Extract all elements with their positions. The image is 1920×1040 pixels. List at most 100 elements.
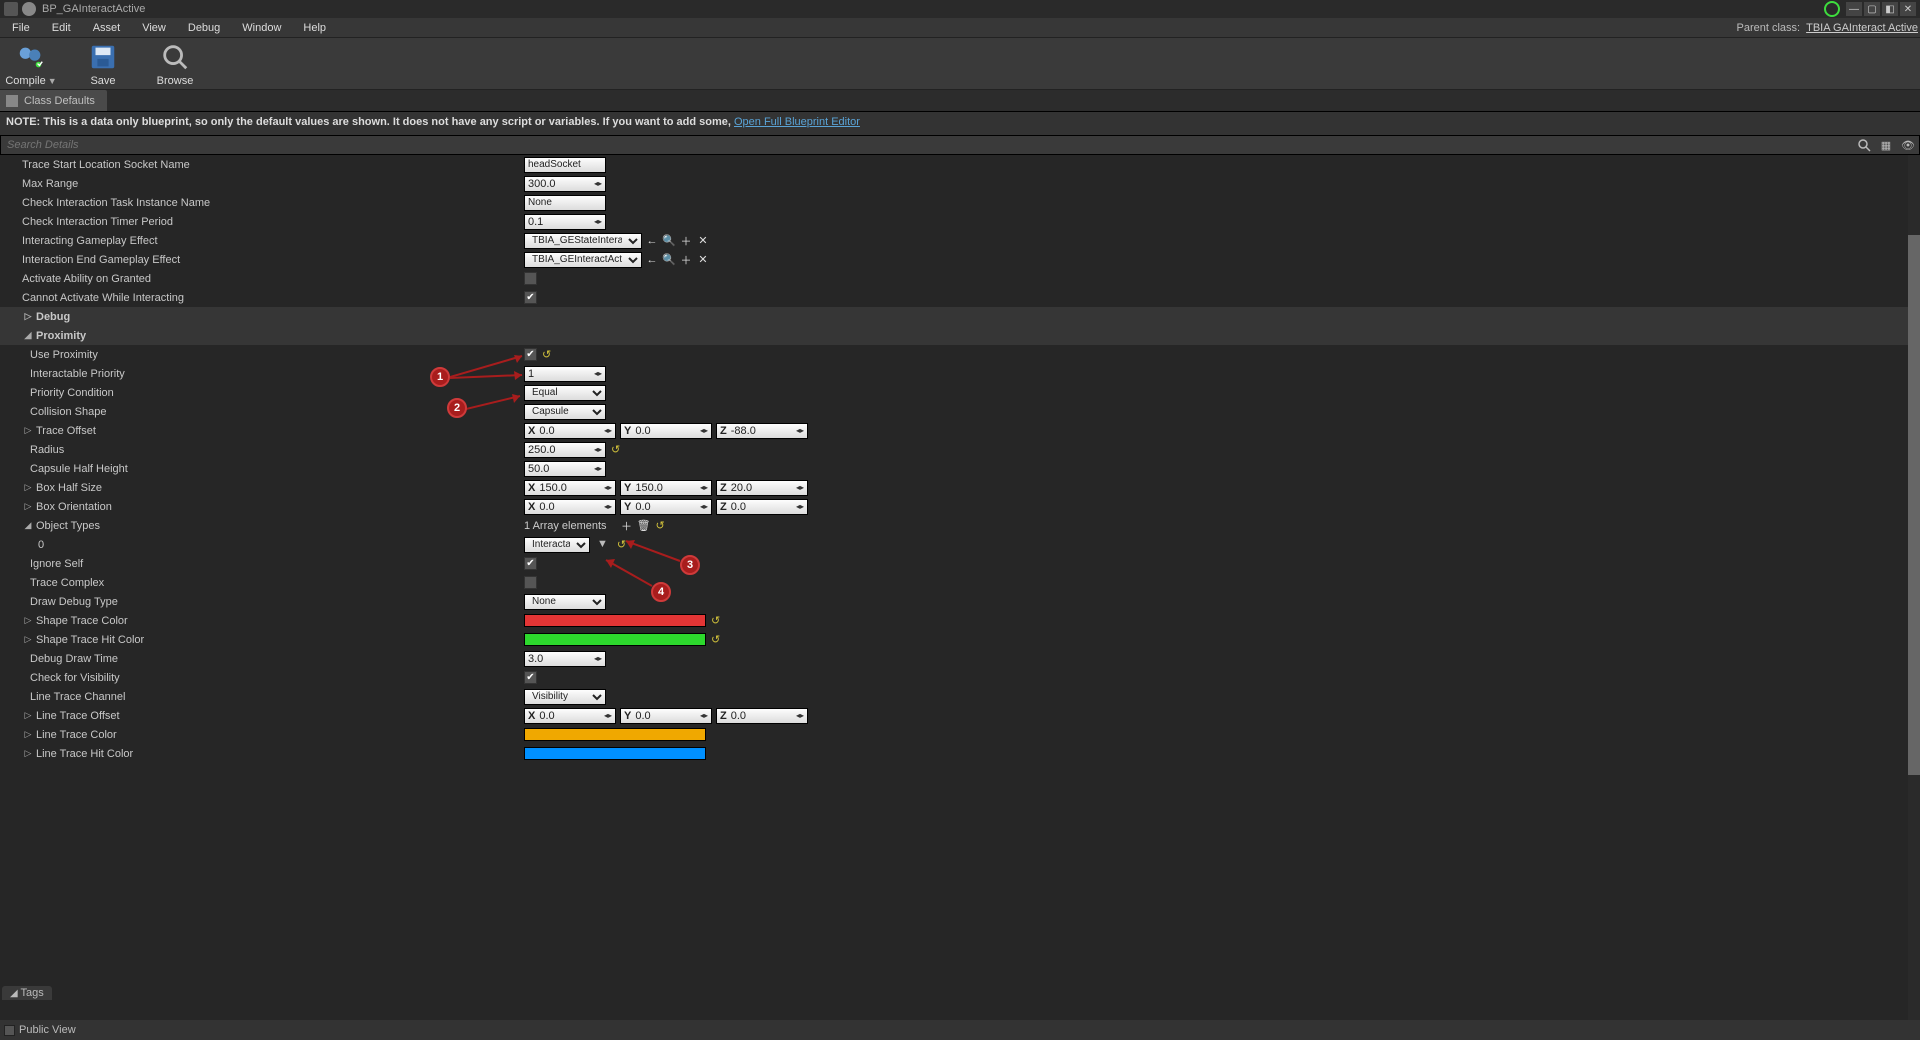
trace-offset-caret[interactable]: ▷ bbox=[22, 425, 34, 436]
ignore-self-checkbox[interactable] bbox=[524, 557, 537, 570]
label-collision-shape: Collision Shape bbox=[0, 406, 520, 418]
menu-asset[interactable]: Asset bbox=[83, 20, 131, 36]
box-half-caret[interactable]: ▷ bbox=[22, 482, 34, 493]
add-icon[interactable]: ＋ bbox=[679, 234, 693, 248]
source-control-icon[interactable] bbox=[1824, 1, 1840, 17]
array-item-menu-icon[interactable]: ▼ bbox=[597, 538, 608, 550]
compile-dropdown-icon[interactable]: ▼ bbox=[48, 76, 57, 86]
trace-start-input[interactable] bbox=[524, 157, 606, 173]
object-type-0-select[interactable]: Interactable bbox=[524, 537, 590, 553]
close-button[interactable]: ✕ bbox=[1900, 2, 1916, 16]
priority-condition-select[interactable]: Equal bbox=[524, 385, 606, 401]
line-trace-channel-select[interactable]: Visibility bbox=[524, 689, 606, 705]
box-orient-z[interactable]: Z0.0◂▸ bbox=[716, 499, 808, 515]
clear-icon[interactable]: ✕ bbox=[696, 253, 710, 267]
label-interacting-ge: Interacting Gameplay Effect bbox=[0, 235, 520, 247]
line-trace-hit-color-swatch[interactable] bbox=[524, 747, 706, 760]
trace-offset-y[interactable]: Y0.0◂▸ bbox=[620, 423, 712, 439]
proximity-caret[interactable]: ◢ bbox=[22, 330, 34, 341]
reset-icon[interactable]: ↺ bbox=[609, 443, 622, 456]
label-box-half: Box Half Size bbox=[36, 482, 102, 494]
maximize-button[interactable]: ▢ bbox=[1864, 2, 1880, 16]
save-button[interactable]: Save bbox=[76, 41, 130, 87]
line-trace-color-caret[interactable]: ▷ bbox=[22, 729, 34, 740]
parent-class-link[interactable]: TBIA GAInteract Active bbox=[1806, 22, 1918, 34]
check-timer-input[interactable]: 0.1◂▸ bbox=[524, 214, 606, 230]
menu-edit[interactable]: Edit bbox=[42, 20, 81, 36]
menu-help[interactable]: Help bbox=[293, 20, 336, 36]
label-cannot-activate: Cannot Activate While Interacting bbox=[0, 292, 520, 304]
search-input[interactable] bbox=[1, 137, 1853, 153]
line-trace-offset-caret[interactable]: ▷ bbox=[22, 710, 34, 721]
reset-icon[interactable]: ↺ bbox=[709, 614, 722, 627]
dock-button[interactable]: ◧ bbox=[1882, 2, 1898, 16]
add-icon[interactable]: ＋ bbox=[679, 253, 693, 267]
debug-draw-time-input[interactable]: 3.0◂▸ bbox=[524, 651, 606, 667]
menu-window[interactable]: Window bbox=[232, 20, 291, 36]
interacting-ge-select[interactable]: TBIA_GEStateInteracting bbox=[524, 233, 642, 249]
compile-button[interactable]: Compile▼ bbox=[4, 41, 58, 87]
clear-icon[interactable]: ✕ bbox=[696, 234, 710, 248]
reset-icon[interactable]: ↺ bbox=[709, 633, 722, 646]
interactable-priority-input[interactable]: 1◂▸ bbox=[524, 366, 606, 382]
shape-trace-color-caret[interactable]: ▷ bbox=[22, 615, 34, 626]
browse-label: Browse bbox=[157, 75, 194, 87]
reset-icon[interactable]: ↺ bbox=[654, 519, 667, 532]
property-matrix-icon[interactable]: ▦ bbox=[1875, 136, 1897, 154]
debug-caret[interactable]: ▷ bbox=[22, 311, 34, 322]
activate-on-granted-checkbox[interactable] bbox=[524, 272, 537, 285]
menu-view[interactable]: View bbox=[132, 20, 176, 36]
check-task-name-input[interactable] bbox=[524, 195, 606, 211]
eye-icon[interactable]: 👁 bbox=[1897, 136, 1919, 154]
minimize-button[interactable]: — bbox=[1846, 2, 1862, 16]
line-trace-color-swatch[interactable] bbox=[524, 728, 706, 741]
back-arrow-icon[interactable]: ← bbox=[645, 234, 659, 248]
label-idx0: 0 bbox=[0, 539, 520, 551]
interaction-end-ge-select[interactable]: TBIA_GEInteractActiveEnd bbox=[524, 252, 642, 268]
array-add-icon[interactable]: ＋ bbox=[620, 519, 634, 533]
reset-icon[interactable]: ↺ bbox=[540, 348, 553, 361]
public-view-checkbox[interactable] bbox=[4, 1025, 15, 1036]
cannot-activate-checkbox[interactable] bbox=[524, 291, 537, 304]
browse-asset-icon[interactable]: 🔍 bbox=[662, 253, 676, 267]
array-delete-icon[interactable]: 🗑 bbox=[637, 519, 651, 533]
label-check-task-name: Check Interaction Task Instance Name bbox=[0, 197, 520, 209]
vertical-scrollbar[interactable] bbox=[1908, 155, 1920, 1020]
open-full-editor-link[interactable]: Open Full Blueprint Editor bbox=[734, 116, 860, 128]
radius-input[interactable]: 250.0◂▸ bbox=[524, 442, 606, 458]
scrollbar-thumb[interactable] bbox=[1908, 235, 1920, 775]
box-half-x[interactable]: X150.0◂▸ bbox=[524, 480, 616, 496]
browse-asset-icon[interactable]: 🔍 bbox=[662, 234, 676, 248]
browse-button[interactable]: Browse bbox=[148, 41, 202, 87]
tags-section-tab[interactable]: ◢ Tags bbox=[2, 986, 52, 1000]
box-orient-x[interactable]: X0.0◂▸ bbox=[524, 499, 616, 515]
tab-class-defaults[interactable]: Class Defaults bbox=[0, 90, 107, 111]
line-trace-offset-y[interactable]: Y0.0◂▸ bbox=[620, 708, 712, 724]
shape-trace-color-swatch[interactable] bbox=[524, 614, 706, 627]
label-priority-condition: Priority Condition bbox=[0, 387, 520, 399]
capsule-half-input[interactable]: 50.0◂▸ bbox=[524, 461, 606, 477]
note-bar: NOTE: This is a data only blueprint, so … bbox=[0, 112, 1920, 135]
line-trace-offset-z[interactable]: Z0.0◂▸ bbox=[716, 708, 808, 724]
trace-offset-x[interactable]: X0.0◂▸ bbox=[524, 423, 616, 439]
menu-debug[interactable]: Debug bbox=[178, 20, 230, 36]
line-trace-offset-x[interactable]: X0.0◂▸ bbox=[524, 708, 616, 724]
back-arrow-icon[interactable]: ← bbox=[645, 253, 659, 267]
shape-trace-hit-color-caret[interactable]: ▷ bbox=[22, 634, 34, 645]
menu-file[interactable]: File bbox=[2, 20, 40, 36]
line-trace-hit-color-caret[interactable]: ▷ bbox=[22, 748, 34, 759]
check-visibility-checkbox[interactable] bbox=[524, 671, 537, 684]
box-half-z[interactable]: Z20.0◂▸ bbox=[716, 480, 808, 496]
box-orient-caret[interactable]: ▷ bbox=[22, 501, 34, 512]
label-debug-draw-time: Debug Draw Time bbox=[0, 653, 520, 665]
box-half-y[interactable]: Y150.0◂▸ bbox=[620, 480, 712, 496]
trace-offset-z[interactable]: Z-88.0◂▸ bbox=[716, 423, 808, 439]
box-orient-y[interactable]: Y0.0◂▸ bbox=[620, 499, 712, 515]
trace-complex-checkbox[interactable] bbox=[524, 576, 537, 589]
shape-trace-hit-color-swatch[interactable] bbox=[524, 633, 706, 646]
draw-debug-type-select[interactable]: None bbox=[524, 594, 606, 610]
object-types-caret[interactable]: ◢ bbox=[22, 520, 34, 531]
max-range-input[interactable]: 300.0◂▸ bbox=[524, 176, 606, 192]
search-icon[interactable] bbox=[1853, 136, 1875, 154]
collision-shape-select[interactable]: Capsule bbox=[524, 404, 606, 420]
